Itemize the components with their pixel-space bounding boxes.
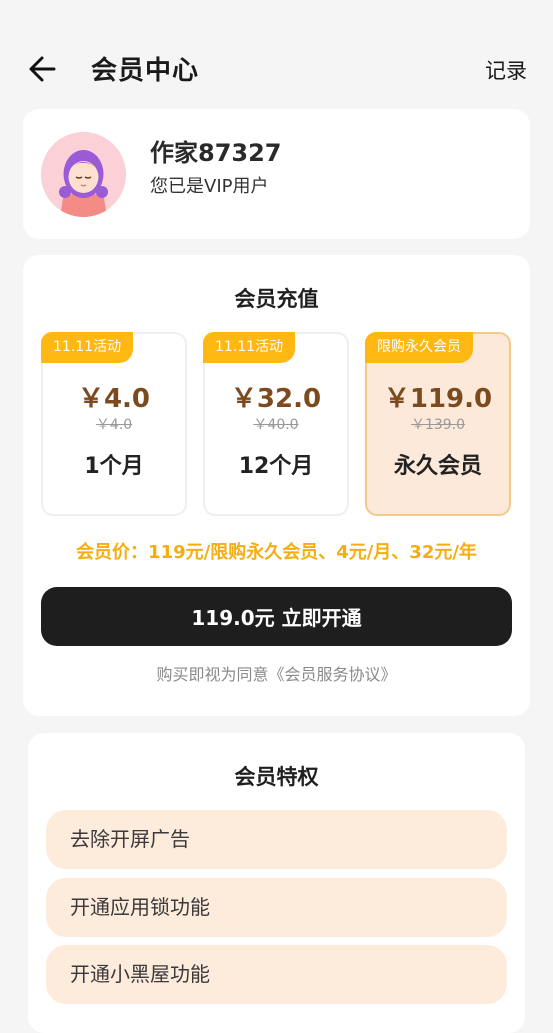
username: 作家87327	[150, 139, 282, 167]
plan-original-price: ￥4.0	[95, 417, 133, 433]
plan-tag: 11.11活动	[41, 332, 134, 363]
privilege-item: 开通应用锁功能	[46, 878, 507, 937]
privilege-label: 开通小黑屋功能	[70, 962, 210, 986]
privilege-label: 开通应用锁功能	[70, 895, 210, 919]
arrow-left-icon	[29, 56, 56, 82]
privilege-label: 去除开屏广告	[70, 827, 190, 851]
profile-card: 作家87327 您已是VIP用户	[23, 109, 530, 239]
vip-status: 您已是VIP用户	[150, 176, 269, 197]
record-button[interactable]: 记录	[485, 55, 527, 85]
back-button[interactable]	[26, 52, 58, 86]
plan-1-month[interactable]: 11.11活动 ￥4.0 ￥4.0 1个月	[41, 332, 187, 516]
plan-duration: 12个月	[238, 454, 314, 479]
plan-lifetime[interactable]: 限购永久会员 ￥119.0 ￥139.0 永久会员	[365, 332, 511, 516]
plan-price: ￥4.0	[77, 384, 151, 414]
recharge-card: 会员充值 11.11活动 ￥4.0 ￥4.0 1个月 11.11活动 ￥32.0…	[23, 255, 530, 716]
plan-12-months[interactable]: 11.11活动 ￥32.0 ￥40.0 12个月	[203, 332, 349, 516]
page-title: 会员中心	[91, 56, 200, 86]
privilege-item: 去除开屏广告	[46, 810, 507, 869]
plan-original-price: ￥139.0	[410, 417, 466, 433]
privilege-item: 开通小黑屋功能	[46, 945, 507, 1004]
plan-duration: 永久会员	[393, 454, 482, 479]
privileges-title: 会员特权	[234, 765, 319, 789]
plan-tag: 11.11活动	[203, 332, 296, 363]
plan-duration: 1个月	[84, 454, 144, 479]
avatar-illustration	[41, 132, 126, 217]
member-price-note: 会员价：119元/限购永久会员、4元/月、32元/年	[76, 542, 477, 563]
privileges-card: 会员特权 去除开屏广告 开通应用锁功能 开通小黑屋功能	[28, 733, 525, 1033]
purchase-button[interactable]: 119.0元 立即开通	[41, 587, 512, 646]
recharge-title: 会员充值	[234, 287, 319, 311]
service-agreement-link[interactable]: 购买即视为同意《会员服务协议》	[23, 661, 530, 685]
plan-price: ￥119.0	[383, 384, 493, 414]
plan-price: ￥32.0	[230, 384, 322, 414]
plan-original-price: ￥40.0	[253, 417, 299, 433]
plan-tag: 限购永久会员	[365, 332, 473, 363]
avatar	[41, 132, 126, 217]
